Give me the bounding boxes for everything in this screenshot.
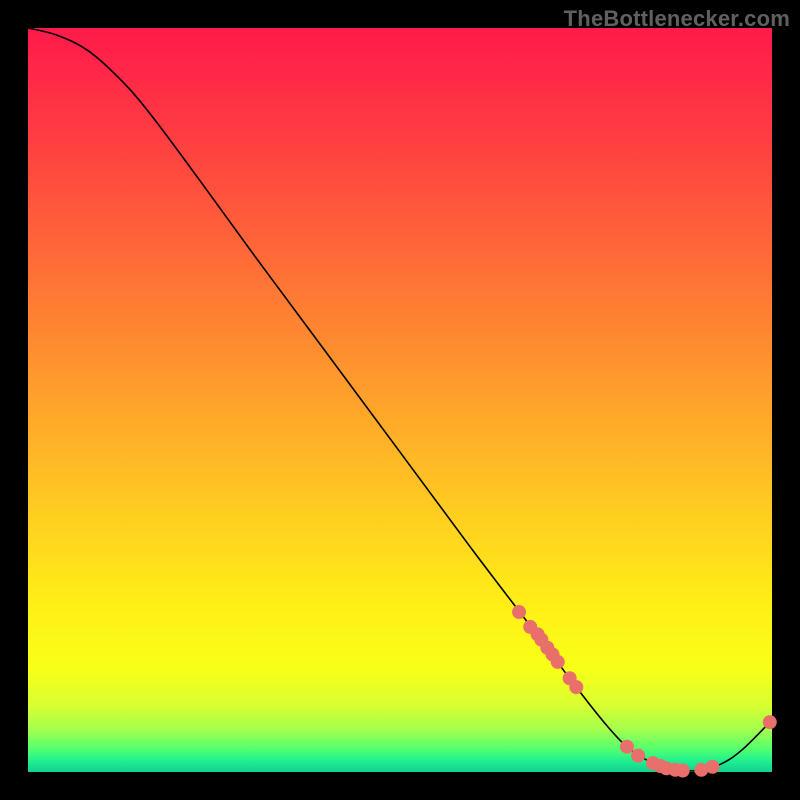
data-marker	[631, 749, 645, 763]
data-marker	[569, 680, 583, 694]
data-marker	[676, 764, 690, 778]
plot-background	[28, 28, 772, 772]
data-marker	[620, 740, 634, 754]
data-marker	[551, 655, 565, 669]
data-marker	[705, 760, 719, 774]
watermark-text: TheBottlenecker.com	[564, 6, 790, 32]
bottleneck-chart: TheBottlenecker.com	[0, 0, 800, 800]
data-marker	[763, 715, 777, 729]
data-marker	[512, 605, 526, 619]
chart-svg	[0, 0, 800, 800]
